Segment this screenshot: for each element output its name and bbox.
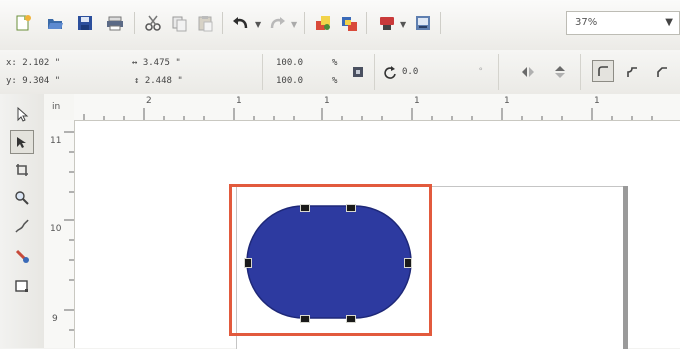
property-separator: [498, 54, 499, 90]
cut-icon[interactable]: [142, 12, 164, 34]
print-icon[interactable]: [104, 12, 126, 34]
redo-dropdown-icon[interactable]: ▼: [291, 20, 297, 29]
node-handle[interactable]: [346, 315, 356, 323]
undo-icon[interactable]: [230, 12, 252, 34]
vertical-ruler[interactable]: 11 10 9: [44, 120, 75, 348]
zoom-tool-icon[interactable]: [10, 186, 34, 210]
standard-toolbar: ▼ ▼ ▼ 37% ▼: [0, 0, 680, 51]
scale-y-field[interactable]: 100.0: [276, 74, 303, 88]
property-separator: [374, 54, 375, 90]
h-ruler-label: 1: [414, 96, 420, 106]
height-arrows-icon: ↕: [134, 76, 140, 86]
y-position-field[interactable]: y: 9.304 ": [6, 74, 60, 88]
ruler-origin[interactable]: in: [44, 94, 75, 121]
node-handle[interactable]: [346, 204, 356, 212]
node-handle[interactable]: [300, 315, 310, 323]
width-value: 3.475 ": [142, 58, 181, 68]
rectangle-tool-icon[interactable]: [10, 274, 34, 298]
new-document-icon[interactable]: [12, 12, 34, 34]
toolbar-separator: [366, 12, 367, 34]
node-handle[interactable]: [300, 204, 310, 212]
width-arrows-icon: ↔: [132, 58, 138, 68]
mirror-horizontal-icon[interactable]: [518, 62, 538, 82]
ruler-ticks: [64, 131, 74, 331]
scale-y-unit: %: [332, 76, 338, 86]
undo-dropdown-icon[interactable]: ▼: [255, 20, 261, 29]
h-ruler-label: 1: [324, 96, 330, 106]
horizontal-ruler[interactable]: 2 1 1 1 1 1: [74, 94, 680, 121]
rounded-rectangle-shape[interactable]: [246, 203, 416, 321]
v-ruler-label: 10: [50, 224, 62, 234]
h-ruler-label: 1: [504, 96, 510, 106]
width-field[interactable]: ↔ 3.475 ": [132, 56, 181, 70]
save-icon[interactable]: [74, 12, 96, 34]
chevron-down-icon[interactable]: ▼: [665, 12, 673, 34]
h-ruler-label: 1: [236, 96, 242, 106]
node-handle[interactable]: [244, 258, 252, 268]
round-corner-icon[interactable]: [592, 60, 614, 82]
x-position-field[interactable]: x: 2.102 ": [6, 56, 60, 70]
import-icon[interactable]: [312, 12, 334, 34]
welcome-screen-icon[interactable]: [412, 12, 434, 34]
redo-icon[interactable]: [266, 12, 288, 34]
rotation-unit-icon: °: [478, 67, 484, 77]
height-field[interactable]: ↕ 2.448 ": [134, 74, 183, 88]
lock-ratio-icon[interactable]: [348, 62, 368, 82]
toolbar-separator: [134, 12, 135, 34]
toolbar-separator: [222, 12, 223, 34]
app-launcher-icon[interactable]: [376, 12, 398, 34]
scale-x-unit: %: [332, 58, 338, 68]
ruler-ticks: [83, 108, 653, 120]
toolbar-separator: [440, 12, 441, 34]
shape-tool-icon[interactable]: [10, 130, 34, 154]
paste-icon[interactable]: [194, 12, 216, 34]
property-separator: [262, 54, 263, 90]
zoom-level-combo[interactable]: 37% ▼: [566, 11, 680, 35]
v-ruler-label: 11: [50, 136, 62, 146]
pick-tool-icon[interactable]: [10, 102, 34, 126]
app-launcher-dropdown-icon[interactable]: ▼: [400, 20, 406, 29]
ruler-units: in: [52, 102, 61, 112]
toolbox: [0, 94, 45, 348]
toolbar-separator: [304, 12, 305, 34]
height-value: 2.448 ": [144, 76, 183, 86]
rotate-icon: [380, 62, 400, 82]
mirror-vertical-icon[interactable]: [550, 62, 570, 82]
property-bar: x: 2.102 " y: 9.304 " ↔ 3.475 " ↕ 2.448 …: [0, 50, 680, 95]
node-handle[interactable]: [404, 258, 412, 268]
scale-x-field[interactable]: 100.0: [276, 56, 303, 70]
export-icon[interactable]: [338, 12, 360, 34]
copy-icon[interactable]: [168, 12, 190, 34]
zoom-level-value: 37%: [575, 17, 598, 28]
smart-fill-tool-icon[interactable]: [10, 244, 34, 268]
h-ruler-label: 1: [594, 96, 600, 106]
freehand-tool-icon[interactable]: [10, 214, 34, 238]
v-ruler-label: 9: [52, 314, 58, 324]
h-ruler-label: 2: [146, 96, 152, 106]
rotation-angle-field[interactable]: 0.0: [402, 65, 418, 79]
scallop-corner-icon[interactable]: [622, 62, 642, 82]
open-folder-icon[interactable]: [44, 12, 66, 34]
crop-tool-icon[interactable]: [10, 158, 34, 182]
property-separator: [580, 54, 581, 90]
chamfer-corner-icon[interactable]: [652, 62, 672, 82]
